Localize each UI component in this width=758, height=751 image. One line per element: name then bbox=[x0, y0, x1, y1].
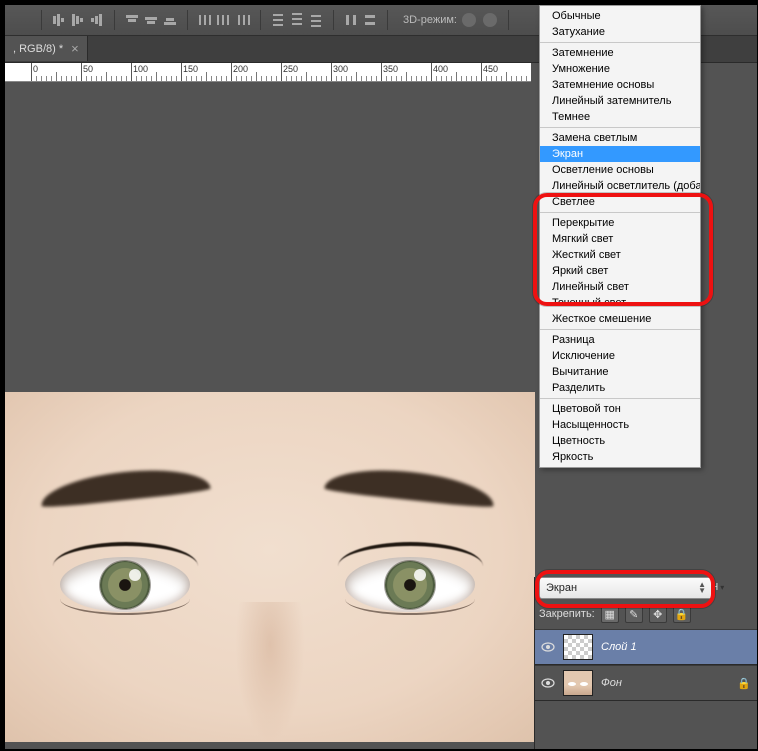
blend-mode-select[interactable]: Экран ▲▼ bbox=[539, 577, 713, 599]
align-icon[interactable] bbox=[70, 12, 86, 28]
blend-mode-option[interactable]: Умножение bbox=[540, 61, 700, 77]
layers-list: Слой 1 Фон 🔒 bbox=[535, 629, 757, 701]
align-icon[interactable] bbox=[51, 12, 67, 28]
canvas-area[interactable] bbox=[5, 82, 535, 749]
blend-mode-option[interactable]: Линейный свет bbox=[540, 279, 700, 295]
layers-panel: Экран ▲▼ Н▾ Закрепить: ▦ ✎ ✥ 🔒 Слой 1 Фон… bbox=[534, 577, 757, 749]
horizontal-ruler: 050100150200250300350400450500 bbox=[5, 63, 531, 82]
separator bbox=[187, 10, 188, 30]
distribute-icon[interactable] bbox=[362, 12, 378, 28]
layer-name[interactable]: Фон bbox=[601, 677, 622, 689]
opacity-section[interactable]: Н▾ bbox=[707, 577, 755, 597]
blend-mode-option[interactable]: Экран bbox=[540, 146, 700, 162]
separator bbox=[387, 10, 388, 30]
blend-mode-option[interactable]: Затухание bbox=[540, 24, 700, 40]
blend-mode-option[interactable]: Разница bbox=[540, 332, 700, 348]
blend-mode-option[interactable]: Затемнение основы bbox=[540, 77, 700, 93]
blend-mode-option[interactable]: Цветовой тон bbox=[540, 401, 700, 417]
lock-move-icon[interactable]: ✥ bbox=[649, 605, 667, 623]
blend-mode-option[interactable]: Точечный свет bbox=[540, 295, 700, 311]
blend-mode-option[interactable]: Жесткий свет bbox=[540, 247, 700, 263]
blend-mode-option[interactable]: Вычитание bbox=[540, 364, 700, 380]
layer-row[interactable]: Слой 1 bbox=[535, 629, 757, 665]
lock-row: Закрепить: ▦ ✎ ✥ 🔒 bbox=[539, 605, 753, 623]
mode-label: 3D-режим: bbox=[403, 14, 457, 26]
blend-mode-option[interactable]: Затемнение bbox=[540, 45, 700, 61]
align-icon[interactable] bbox=[162, 12, 178, 28]
distribute-icon[interactable] bbox=[343, 12, 359, 28]
blend-mode-option[interactable]: Обычные bbox=[540, 8, 700, 24]
blend-mode-option[interactable]: Перекрытие bbox=[540, 215, 700, 231]
distribute-icon[interactable] bbox=[216, 12, 232, 28]
visibility-icon[interactable] bbox=[541, 676, 555, 690]
tab-title: , RGB/8) * bbox=[13, 43, 63, 55]
layer-row[interactable]: Фон 🔒 bbox=[535, 665, 757, 701]
layer-name[interactable]: Слой 1 bbox=[601, 641, 637, 653]
blend-mode-option[interactable]: Осветление основы bbox=[540, 162, 700, 178]
blend-mode-option[interactable]: Мягкий свет bbox=[540, 231, 700, 247]
blend-mode-option[interactable]: Цветность bbox=[540, 433, 700, 449]
separator bbox=[333, 10, 334, 30]
separator bbox=[508, 10, 509, 30]
mode-toggle-icon[interactable] bbox=[462, 13, 476, 27]
blend-mode-option[interactable]: Замена светлым bbox=[540, 130, 700, 146]
blend-mode-option[interactable]: Линейный осветлитель (добавить) bbox=[540, 178, 700, 194]
blend-mode-option[interactable]: Жесткое смешение bbox=[540, 311, 700, 327]
visibility-icon[interactable] bbox=[541, 640, 555, 654]
mode-toggle-icon[interactable] bbox=[483, 13, 497, 27]
blend-mode-option[interactable]: Яркий свет bbox=[540, 263, 700, 279]
lock-icon: 🔒 bbox=[737, 677, 751, 690]
distribute-icon[interactable] bbox=[235, 12, 251, 28]
blend-mode-option[interactable]: Исключение bbox=[540, 348, 700, 364]
blend-mode-option[interactable]: Разделить bbox=[540, 380, 700, 396]
layer-thumbnail bbox=[563, 634, 593, 660]
blend-mode-option[interactable]: Темнее bbox=[540, 109, 700, 125]
layer-thumbnail bbox=[563, 670, 593, 696]
blend-mode-dropdown[interactable]: ОбычныеЗатухание ЗатемнениеУмножениеЗатем… bbox=[539, 5, 701, 468]
blend-mode-option[interactable]: Светлее bbox=[540, 194, 700, 210]
distribute-icon[interactable] bbox=[270, 12, 286, 28]
close-icon[interactable]: × bbox=[71, 42, 79, 55]
distribute-icon[interactable] bbox=[197, 12, 213, 28]
align-icon[interactable] bbox=[143, 12, 159, 28]
lock-transparency-icon[interactable]: ▦ bbox=[601, 605, 619, 623]
distribute-icon[interactable] bbox=[289, 12, 305, 28]
blend-mode-value: Экран bbox=[546, 582, 577, 594]
separator bbox=[41, 10, 42, 30]
blend-mode-option[interactable]: Насыщенность bbox=[540, 417, 700, 433]
select-arrows-icon: ▲▼ bbox=[698, 582, 706, 594]
separator bbox=[114, 10, 115, 30]
lock-brush-icon[interactable]: ✎ bbox=[625, 605, 643, 623]
separator bbox=[260, 10, 261, 30]
document-tab[interactable]: , RGB/8) * × bbox=[5, 36, 88, 61]
distribute-icon[interactable] bbox=[308, 12, 324, 28]
blend-mode-option[interactable]: Линейный затемнитель bbox=[540, 93, 700, 109]
align-icon[interactable] bbox=[124, 12, 140, 28]
lock-label: Закрепить: bbox=[539, 608, 595, 620]
document-image bbox=[5, 392, 535, 742]
lock-all-icon[interactable]: 🔒 bbox=[673, 605, 691, 623]
blend-mode-option[interactable]: Яркость bbox=[540, 449, 700, 465]
align-icon[interactable] bbox=[89, 12, 105, 28]
